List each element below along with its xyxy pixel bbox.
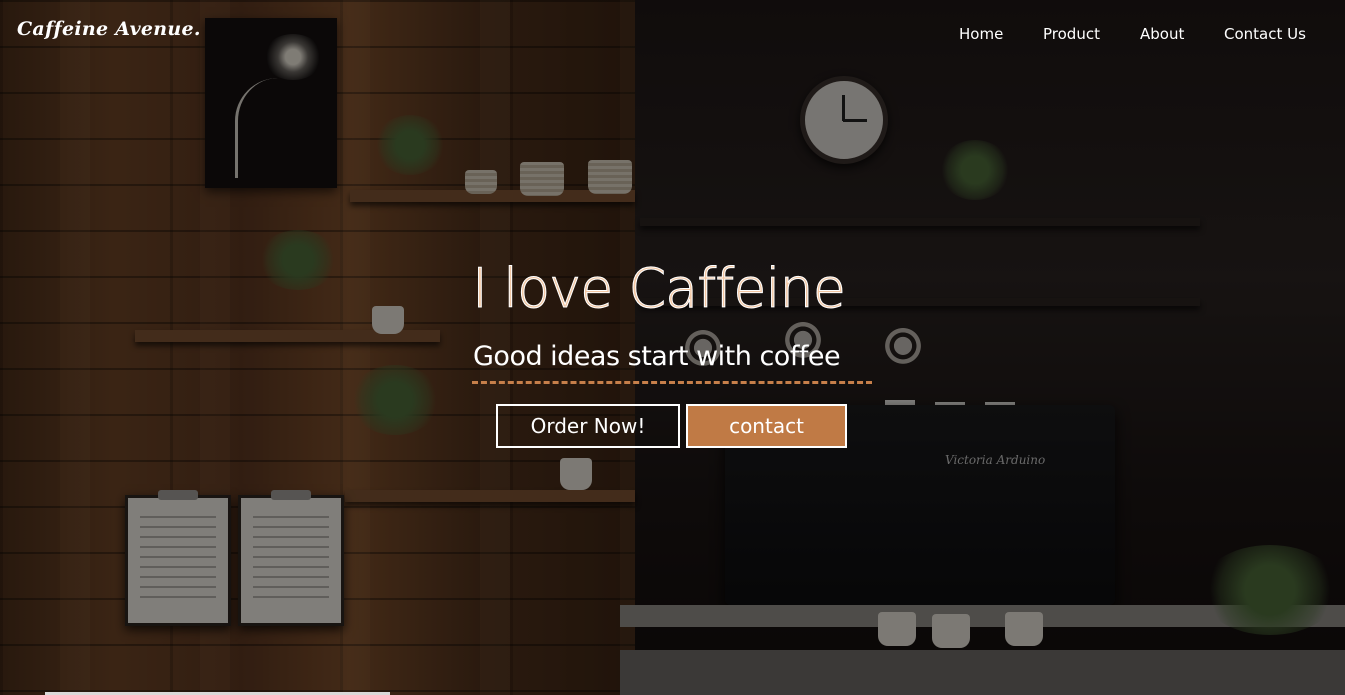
site-logo[interactable]: Caffeine Avenue. xyxy=(17,18,201,40)
order-now-button[interactable]: Order Now! xyxy=(496,404,680,448)
hero-divider xyxy=(472,381,872,384)
nav-home-link[interactable]: Home xyxy=(959,25,1003,43)
contact-button[interactable]: contact xyxy=(686,404,847,448)
nav-about-link[interactable]: About xyxy=(1140,25,1184,43)
hero-title: I love Caffeine xyxy=(472,257,847,320)
nav-product-link[interactable]: Product xyxy=(1043,25,1100,43)
nav-contact-link[interactable]: Contact Us xyxy=(1224,25,1306,43)
hero-subtitle: Good ideas start with coffee xyxy=(473,341,841,372)
